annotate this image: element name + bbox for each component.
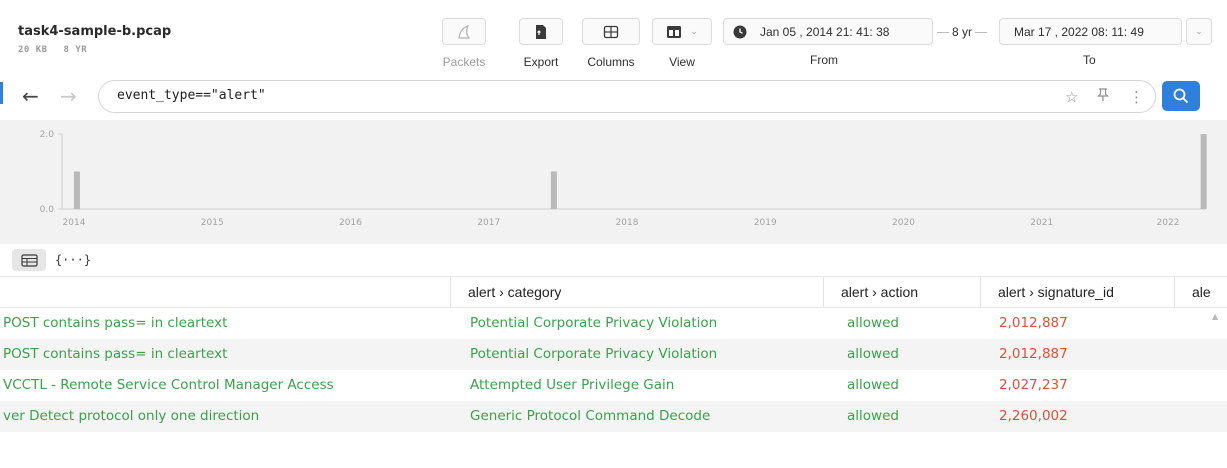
- column-header-category[interactable]: alert › category: [450, 277, 561, 307]
- cell-category: Potential Corporate Privacy Violation: [470, 315, 718, 331]
- cell-category: Attempted User Privilege Gain: [470, 377, 675, 393]
- cell-signature: POST contains pass= in cleartext: [3, 315, 228, 331]
- table-icon: [20, 253, 38, 267]
- range-menu-button[interactable]: ⌄: [1186, 18, 1212, 45]
- cell-action: allowed: [847, 346, 899, 362]
- forward-arrow-icon[interactable]: →: [60, 84, 77, 108]
- back-arrow-icon[interactable]: ←: [22, 84, 39, 108]
- column-header-truncated[interactable]: ale: [1174, 277, 1211, 307]
- active-indicator: [0, 82, 3, 104]
- table-row[interactable]: ver Detect protocol only one direction G…: [0, 401, 1227, 432]
- table-row[interactable]: POST contains pass= in cleartext Potenti…: [0, 339, 1227, 370]
- cell-signature: VCCTL - Remote Service Control Manager A…: [3, 377, 334, 393]
- scroll-up-arrow-icon[interactable]: ▲: [1212, 312, 1218, 321]
- to-date-value: Mar 17 , 2022 08: 11: 49: [1014, 24, 1144, 39]
- search-bar[interactable]: ☆ ⋮: [98, 80, 1156, 113]
- table-body: POST contains pass= in cleartext Potenti…: [0, 308, 1227, 432]
- json-braces-icon: {···}: [54, 253, 92, 267]
- packets-button[interactable]: Packets: [442, 18, 486, 69]
- export-file-icon: [519, 18, 563, 45]
- shark-fin-icon: [442, 18, 486, 45]
- cell-action: allowed: [847, 315, 899, 331]
- histogram-x-tick: 2014: [63, 218, 86, 228]
- histogram-x-tick: 2022: [1157, 218, 1180, 228]
- more-options-icon[interactable]: ⋮: [1129, 88, 1144, 106]
- columns-button[interactable]: Columns: [582, 18, 640, 69]
- cell-signature-id: 2,012,887: [999, 315, 1068, 331]
- histogram-bar[interactable]: [1200, 134, 1207, 209]
- packets-label: Packets: [442, 55, 486, 69]
- histogram-y-tick: 0.0: [40, 205, 55, 215]
- cell-category: Potential Corporate Privacy Violation: [470, 346, 718, 362]
- clock-icon: [733, 25, 747, 38]
- histogram-x-tick: 2017: [477, 218, 500, 228]
- search-button[interactable]: [1162, 81, 1200, 111]
- export-button[interactable]: Export: [519, 18, 563, 69]
- columns-icon: [582, 18, 640, 45]
- view-label: View: [669, 55, 695, 69]
- from-date-value: Jan 05 , 2014 21: 41: 38: [760, 24, 890, 39]
- cell-action: allowed: [847, 408, 899, 424]
- json-view-toggle[interactable]: {···}: [54, 249, 92, 271]
- table-header: alert › category alert › action alert › …: [0, 276, 1227, 308]
- table-row[interactable]: POST contains pass= in cleartext Potenti…: [0, 308, 1227, 339]
- cell-category: Generic Protocol Command Decode: [470, 408, 711, 424]
- column-header-signature-id[interactable]: alert › signature_id: [980, 277, 1114, 307]
- to-date-picker[interactable]: Mar 17 , 2022 08: 11: 49: [999, 18, 1182, 45]
- histogram-bar[interactable]: [73, 171, 80, 210]
- histogram-x-tick: 2018: [616, 218, 639, 228]
- file-size: 20 KB: [18, 45, 48, 55]
- star-icon[interactable]: ☆: [1065, 88, 1078, 106]
- cell-signature-id: 2,260,002: [999, 408, 1068, 424]
- chevron-down-icon: ⌄: [1195, 26, 1203, 36]
- histogram-y-tick: 2.0: [40, 130, 55, 140]
- search-input[interactable]: [117, 88, 1017, 103]
- histogram-x-tick: 2020: [892, 218, 915, 228]
- table-view-toggle[interactable]: [12, 249, 46, 271]
- cell-signature: POST contains pass= in cleartext: [3, 346, 228, 362]
- view-layout-icon: ⌄: [652, 18, 712, 45]
- file-span: 8 YR: [63, 45, 88, 55]
- cell-action: allowed: [847, 377, 899, 393]
- table-row[interactable]: VCCTL - Remote Service Control Manager A…: [0, 370, 1227, 401]
- file-meta: 20 KB 8 YR: [18, 45, 171, 55]
- view-chevron-down-icon: ⌄: [690, 26, 698, 37]
- range-duration: 8 yr: [934, 25, 990, 39]
- from-date-picker[interactable]: Jan 05 , 2014 21: 41: 38: [723, 18, 933, 45]
- histogram[interactable]: 2.0 0.0 2014 2015 2016 2017 2018 2019 2020 2021 20…: [0, 120, 1227, 244]
- file-info: task4-sample-b.pcap 20 KB 8 YR: [18, 24, 171, 55]
- to-label: To: [1083, 53, 1096, 67]
- histogram-chart: 2.0 0.0 2014 2015 2016 2017 2018 2019 2020 2021 20…: [40, 130, 1207, 228]
- histogram-x-tick: 2015: [201, 218, 224, 228]
- column-header-action[interactable]: alert › action: [823, 277, 918, 307]
- view-button[interactable]: ⌄ View: [652, 18, 712, 69]
- file-name: task4-sample-b.pcap: [18, 24, 172, 39]
- histogram-x-tick: 2019: [754, 218, 777, 228]
- cell-signature-id: 2,027,237: [999, 377, 1068, 393]
- duration-value: 8 yr: [952, 25, 973, 39]
- export-label: Export: [523, 55, 559, 69]
- histogram-x-tick: 2021: [1030, 218, 1053, 228]
- columns-label: Columns: [587, 55, 635, 69]
- histogram-x-tick: 2016: [339, 218, 362, 228]
- pin-icon[interactable]: [1097, 88, 1109, 106]
- from-label: From: [810, 53, 838, 67]
- cell-signature-id: 2,012,887: [999, 346, 1068, 362]
- cell-signature: ver Detect protocol only one direction: [3, 408, 260, 424]
- search-icon: [1173, 88, 1189, 104]
- histogram-bar[interactable]: [550, 171, 557, 210]
